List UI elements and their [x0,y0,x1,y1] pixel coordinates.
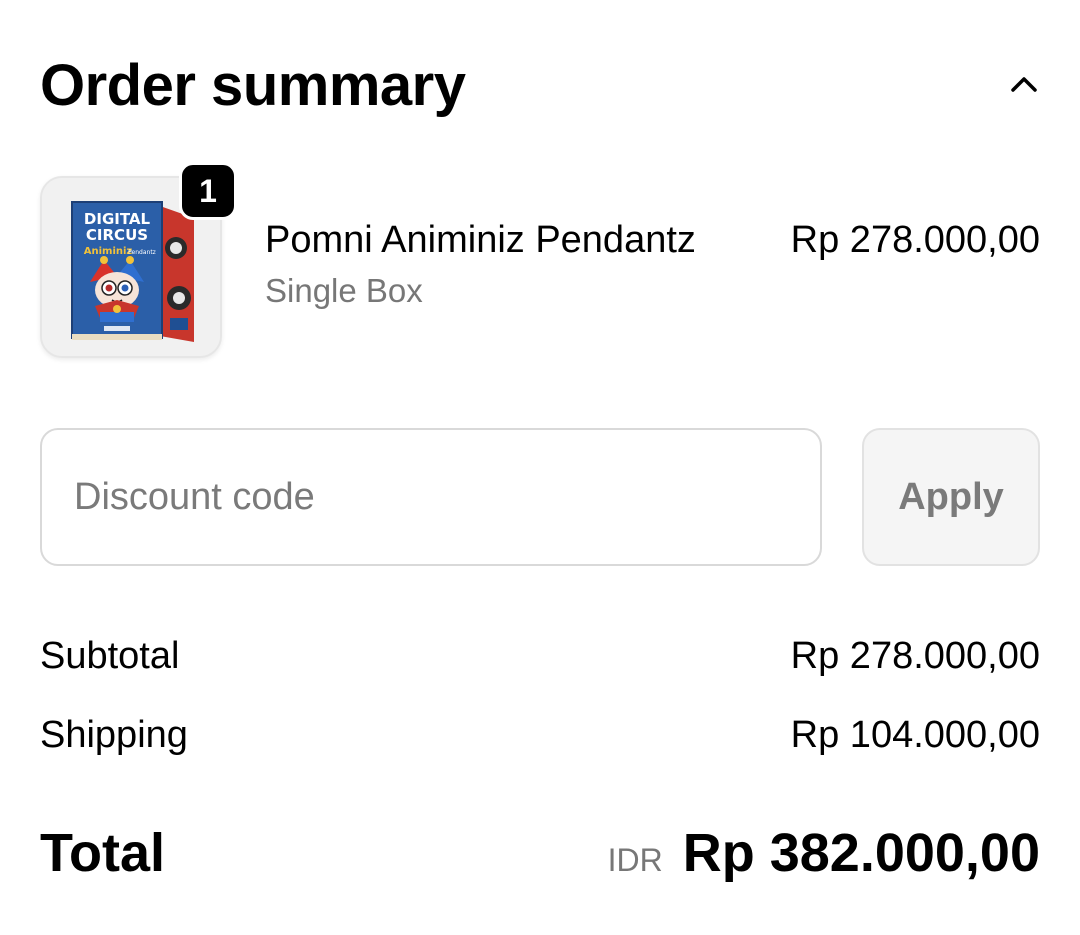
discount-code-input[interactable] [40,428,822,566]
total-row: Total IDR Rp 382.000,00 [40,818,1040,888]
total-label: Total [40,823,165,883]
apply-discount-button[interactable]: Apply [862,428,1040,566]
subtotal-label: Subtotal [40,635,180,677]
shipping-label: Shipping [40,714,188,756]
subtotal-row: Subtotal Rp 278.000,00 [40,632,1040,680]
total-amount-group: IDR Rp 382.000,00 [608,818,1040,888]
order-summary-header[interactable]: Order summary [40,50,1040,122]
quantity-badge: 1 [179,162,237,220]
shipping-row: Shipping Rp 104.000,00 [40,711,1040,759]
collapse-toggle-button[interactable] [1002,64,1046,108]
total-amount: Rp 382.000,00 [682,823,1040,883]
product-variant: Single Box [265,272,423,309]
line-item: DIGITAL CIRCUS Animiniz Pendantz 1 Pomni… [40,162,1040,358]
subtotal-value: Rp 278.000,00 [790,635,1040,677]
order-summary-title: Order summary [40,53,466,118]
shipping-value: Rp 104.000,00 [790,714,1040,756]
product-thumbnail-wrapper: DIGITAL CIRCUS Animiniz Pendantz 1 [40,162,237,358]
total-currency: IDR [607,842,663,878]
product-name: Pomni Animiniz Pendantz [265,219,696,261]
chevron-up-icon [1010,75,1038,98]
box-title-line4: Pendantz [128,249,156,256]
box-title-line2: CIRCUS [86,226,148,244]
box-title-line3: Animiniz [84,246,133,257]
product-price: Rp 278.000,00 [790,219,1040,261]
